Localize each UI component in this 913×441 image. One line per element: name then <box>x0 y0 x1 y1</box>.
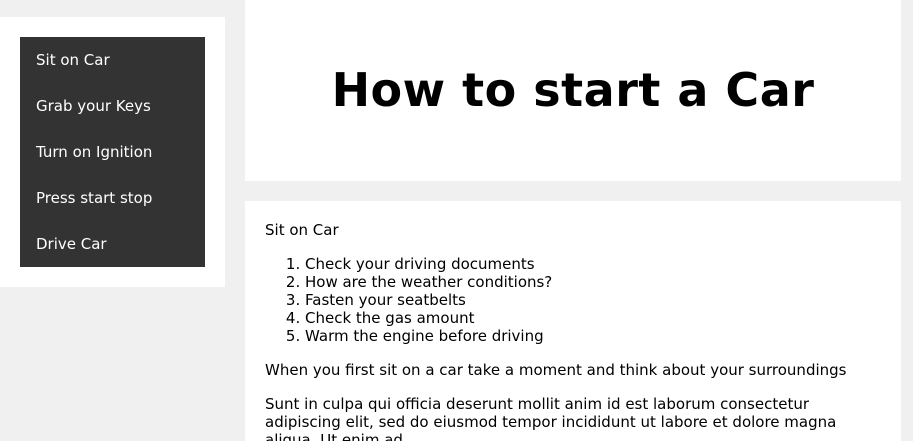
nav-item-sit-on-car[interactable]: Sit on Car <box>20 37 205 83</box>
nav-item-grab-your-keys[interactable]: Grab your Keys <box>20 83 205 129</box>
page-title: How to start a Car <box>331 63 815 117</box>
navigation-menu: Sit on Car Grab your Keys Turn on Igniti… <box>20 37 205 267</box>
nav-item-press-start-stop[interactable]: Press start stop <box>20 175 205 221</box>
section-heading: Sit on Car <box>265 221 339 239</box>
step-item: Warm the engine before driving <box>305 327 881 345</box>
step-item: Check the gas amount <box>305 309 881 327</box>
header-panel: How to start a Car <box>245 0 901 181</box>
step-item: Fasten your seatbelts <box>305 291 881 309</box>
content-body: Sit on Car Check your driving documents … <box>245 201 901 441</box>
body-paragraph: Sunt in culpa qui officia deserunt molli… <box>265 395 837 441</box>
steps-list: Check your driving documents How are the… <box>265 255 881 345</box>
nav-item-turn-on-ignition[interactable]: Turn on Ignition <box>20 129 205 175</box>
step-item: How are the weather conditions? <box>305 273 881 291</box>
sidebar-panel: Sit on Car Grab your Keys Turn on Igniti… <box>0 17 225 287</box>
nav-item-drive-car[interactable]: Drive Car <box>20 221 205 267</box>
content-panel: Sit on Car Check your driving documents … <box>245 201 901 441</box>
step-item: Check your driving documents <box>305 255 881 273</box>
intro-paragraph: When you first sit on a car take a momen… <box>265 361 847 379</box>
